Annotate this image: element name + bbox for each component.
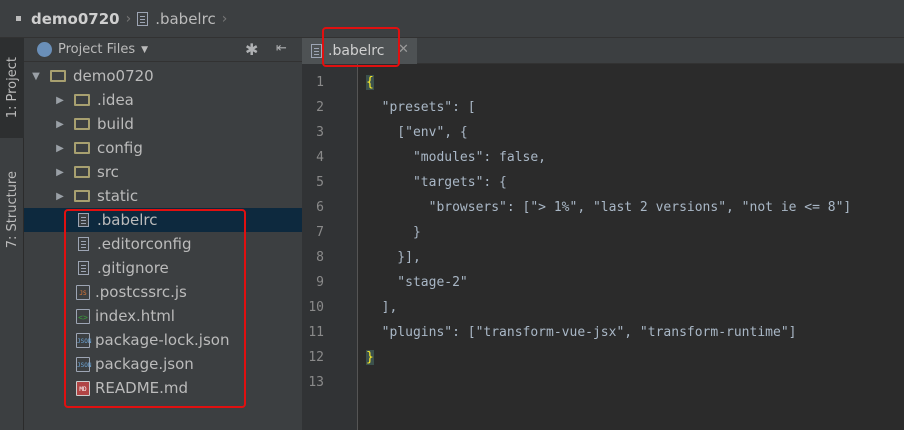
line-number: 8 xyxy=(316,250,324,265)
tree-item-label: static xyxy=(97,187,139,205)
folder-icon xyxy=(74,190,90,202)
line-number: 1 xyxy=(316,75,324,90)
code-line: "plugins": ["transform-vue-jsx", "transf… xyxy=(366,325,797,340)
matched-brace: } xyxy=(366,350,374,365)
line-number: 5 xyxy=(316,175,324,190)
annotation-box-tab xyxy=(322,27,400,67)
tab-structure[interactable]: 7: Structure xyxy=(0,150,24,270)
tree-item[interactable]: ▶ config xyxy=(24,136,302,160)
chevron-right-icon[interactable]: ▶ xyxy=(54,119,66,130)
tree-item-label: src xyxy=(97,163,119,181)
tree-item-label: .idea xyxy=(97,91,134,109)
chevron-right-icon[interactable]: ▶ xyxy=(54,95,66,106)
chevron-right-icon[interactable]: ▶ xyxy=(54,191,66,202)
tab-project-label: 1: Project xyxy=(4,57,20,119)
tree-item-label: config xyxy=(97,139,143,157)
code-editor[interactable]: { "presets": [ ["env", { "modules": fals… xyxy=(358,64,904,430)
code-line: }], xyxy=(366,250,421,265)
line-number: 6 xyxy=(316,200,324,215)
tree-item[interactable]: ▶ .idea xyxy=(24,88,302,112)
line-number: 10 xyxy=(308,300,324,315)
code-line: "targets": { xyxy=(366,175,507,190)
chevron-down-icon[interactable]: ▼ xyxy=(141,45,148,55)
line-number: 7 xyxy=(316,225,324,240)
tool-window-strip: 1: Project 7: Structure xyxy=(0,38,24,430)
chevron-right-icon: › xyxy=(221,10,228,27)
code-line: "modules": false, xyxy=(366,150,547,165)
tab-project[interactable]: 1: Project xyxy=(0,38,24,138)
tree-item-label: build xyxy=(97,115,134,133)
breadcrumb-project[interactable]: demo0720 xyxy=(31,10,120,28)
code-line: } xyxy=(366,345,374,370)
code-line: ], xyxy=(366,300,398,315)
code-line: } xyxy=(366,225,421,240)
line-number: 4 xyxy=(316,150,324,165)
tree-item[interactable]: ▶ build xyxy=(24,112,302,136)
line-number: 12 xyxy=(308,350,324,365)
folder-icon xyxy=(74,118,90,130)
tree-item[interactable]: ▶ static xyxy=(24,184,302,208)
tree-item-label: demo0720 xyxy=(73,67,154,85)
project-files-icon xyxy=(37,42,52,57)
file-icon xyxy=(311,44,322,58)
code-line: { xyxy=(366,70,374,95)
annotation-box-files xyxy=(64,209,246,408)
file-icon xyxy=(137,11,149,26)
project-dot-icon xyxy=(16,16,21,21)
folder-icon xyxy=(50,70,66,82)
line-number: 11 xyxy=(308,325,324,340)
folder-icon xyxy=(74,166,90,178)
line-number-gutter: 1 2 3 4 5 6 7 8 9 10 11 12 13 xyxy=(302,64,358,430)
tab-structure-label: 7: Structure xyxy=(4,171,20,249)
line-number: 2 xyxy=(316,100,324,115)
folder-icon xyxy=(74,94,90,106)
line-number: 3 xyxy=(316,125,324,140)
code-line: "browsers": ["> 1%", "last 2 versions", … xyxy=(366,200,852,215)
code-line: "stage-2" xyxy=(366,275,468,290)
folder-icon xyxy=(74,142,90,154)
code-line: "presets": [ xyxy=(366,100,476,115)
matched-brace: { xyxy=(366,75,374,90)
navigation-bar: demo0720 › .babelrc › xyxy=(0,0,904,38)
chevron-right-icon[interactable]: ▶ xyxy=(54,143,66,154)
chevron-right-icon[interactable]: ▶ xyxy=(54,167,66,178)
tree-item[interactable]: ▶ src xyxy=(24,160,302,184)
project-panel-header: Project Files ▼ ✱ ⇤ xyxy=(24,38,302,62)
gear-icon[interactable]: ✱ xyxy=(245,40,258,59)
tree-item[interactable]: ▼ demo0720 xyxy=(24,64,302,88)
line-number: 9 xyxy=(316,275,324,290)
chevron-down-icon[interactable]: ▼ xyxy=(30,71,42,82)
hide-panel-icon[interactable]: ⇤ xyxy=(276,41,287,56)
chevron-right-icon: › xyxy=(125,10,132,27)
line-number: 13 xyxy=(308,375,324,390)
view-selector[interactable]: Project Files xyxy=(58,42,135,57)
code-line: ["env", { xyxy=(366,125,468,140)
breadcrumb-file[interactable]: .babelrc xyxy=(155,10,215,28)
